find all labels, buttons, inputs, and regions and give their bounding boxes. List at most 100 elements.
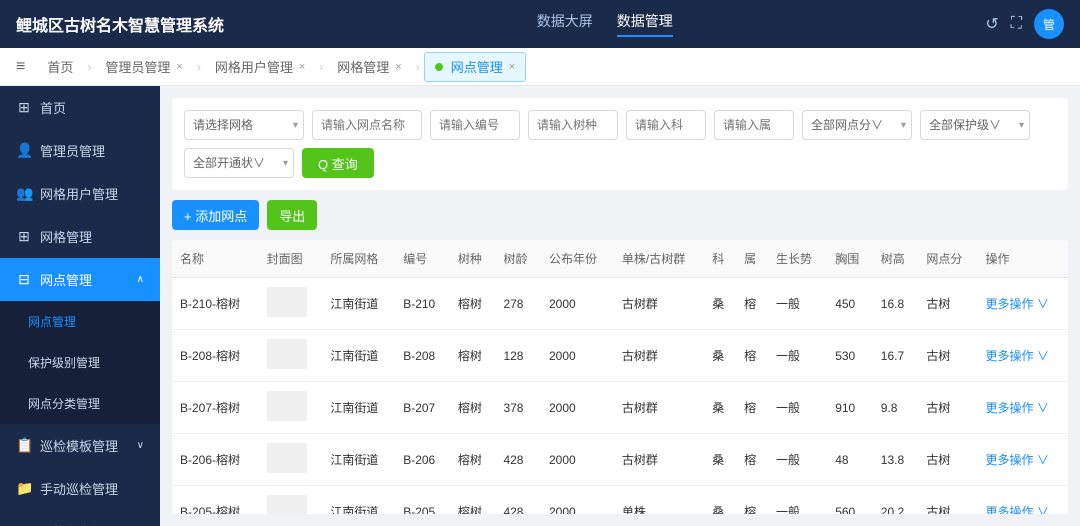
export-button[interactable]: 导出 (267, 200, 317, 230)
more-action-button[interactable]: 更多操作 ∨ (986, 451, 1049, 468)
patrol-template-icon: 📋 (16, 437, 32, 454)
cell-action: 更多操作 ∨ (978, 330, 1068, 382)
cell-year: 2000 (541, 278, 614, 330)
sidebar-item-grid-task[interactable]: ⊞ 网格任务单 (0, 510, 160, 526)
tab-grid-user[interactable]: 网格用户管理 × (205, 52, 315, 82)
col-year: 公布年份 (541, 240, 614, 278)
sidebar-admin-label: 管理员管理 (40, 141, 105, 160)
admin-icon: 👤 (16, 142, 32, 159)
cell-genus: 榕 (736, 434, 768, 486)
tab-bar: ≡ 首页 › 管理员管理 × › 网格用户管理 × › 网格管理 × › 网点管… (0, 48, 1080, 86)
cell-growth: 一般 (768, 382, 827, 434)
cell-species: 榕树 (450, 486, 496, 515)
sidebar-item-admin[interactable]: 👤 管理员管理 (0, 129, 160, 172)
col-img: 封面图 (259, 240, 323, 278)
sidebar-item-patrol-template[interactable]: 📋 巡检模板管理 ∨ (0, 424, 160, 467)
sidebar-home-label: 首页 (40, 98, 66, 117)
grid-mgmt-icon: ⊞ (16, 228, 32, 245)
tab-home-label: 首页 (47, 57, 73, 76)
family-input[interactable] (626, 110, 706, 140)
sidebar-item-manual-patrol[interactable]: 📁 手动巡检管理 (0, 467, 160, 510)
cell-code: B-208 (395, 330, 450, 382)
genus-input[interactable] (714, 110, 794, 140)
sidebar-item-classify[interactable]: 网点分类管理 (0, 383, 160, 424)
cell-age: 428 (495, 434, 541, 486)
more-action-button[interactable]: 更多操作 ∨ (986, 399, 1049, 416)
tab-grid-mgmt[interactable]: 网格管理 × (327, 52, 411, 82)
tab-node-mgmt-label: 网点管理 (451, 57, 503, 76)
tab-node-mgmt-close[interactable]: × (509, 61, 515, 73)
cell-genus: 榕 (736, 382, 768, 434)
home-icon: ⊞ (16, 99, 32, 116)
cell-height: 13.8 (873, 434, 919, 486)
col-family: 科 (704, 240, 736, 278)
cell-year: 2000 (541, 486, 614, 515)
sidebar-item-grid-user[interactable]: 👥 网格用户管理 (0, 172, 160, 215)
cell-species: 榕树 (450, 330, 496, 382)
cell-grid: 江南街道 (322, 434, 395, 486)
add-node-button[interactable]: + 添加网点 (172, 200, 259, 230)
sidebar-item-protection[interactable]: 保护级别管理 (0, 342, 160, 383)
grid-select-wrap: 请选择网格 (184, 110, 304, 140)
cell-height: 16.8 (873, 278, 919, 330)
sidebar: ⊞ 首页 👤 管理员管理 👥 网格用户管理 ⊞ 网格管理 ⊟ 网点管理 ∧ 网点… (0, 86, 160, 526)
tab-admin[interactable]: 管理员管理 × (95, 52, 192, 82)
cell-score: 古树 (918, 434, 977, 486)
tab-grid-user-label: 网格用户管理 (215, 57, 293, 76)
cell-growth: 一般 (768, 330, 827, 382)
cell-family: 桑 (704, 434, 736, 486)
cell-year: 2000 (541, 434, 614, 486)
avatar[interactable]: 管 (1034, 9, 1064, 39)
sidebar-item-home[interactable]: ⊞ 首页 (0, 86, 160, 129)
sidebar-grid-user-label: 网格用户管理 (40, 184, 118, 203)
nav-data-screen[interactable]: 数据大屏 (537, 11, 593, 37)
col-age: 树龄 (495, 240, 541, 278)
col-score: 网点分 (918, 240, 977, 278)
species-input[interactable] (528, 110, 618, 140)
code-input[interactable] (430, 110, 520, 140)
cell-code: B-210 (395, 278, 450, 330)
tab-home[interactable]: 首页 (37, 52, 83, 82)
refresh-icon[interactable]: ↺ (985, 14, 998, 34)
cell-girth: 450 (827, 278, 873, 330)
col-type: 单株/古树群 (614, 240, 704, 278)
table-row: B-205-榕树 江南街道 B-205 榕树 428 2000 单株 桑 榕 一… (172, 486, 1068, 515)
top-right-controls: ↺ ⛶ 管 (985, 9, 1064, 39)
table-row: B-208-榕树 江南街道 B-208 榕树 128 2000 古树群 桑 榕 … (172, 330, 1068, 382)
app-title: 鲤城区古树名木智慧管理系统 (16, 12, 224, 36)
nav-data-mgmt[interactable]: 数据管理 (617, 11, 673, 37)
more-action-button[interactable]: 更多操作 ∨ (986, 295, 1049, 312)
query-button[interactable]: Q 查询 (302, 148, 374, 178)
fullscreen-icon[interactable]: ⛶ (1011, 15, 1022, 33)
more-action-button[interactable]: 更多操作 ∨ (986, 347, 1049, 364)
cell-age: 428 (495, 486, 541, 515)
name-input[interactable] (312, 110, 422, 140)
cell-girth: 560 (827, 486, 873, 515)
cell-year: 2000 (541, 382, 614, 434)
more-action-button[interactable]: 更多操作 ∨ (986, 503, 1049, 514)
tab-node-mgmt[interactable]: 网点管理 × (424, 52, 526, 82)
protection-select[interactable]: 全部保护级∨ (920, 110, 1030, 140)
cell-family: 桑 (704, 330, 736, 382)
sidebar-item-node-mgmt[interactable]: ⊟ 网点管理 ∧ (0, 258, 160, 301)
score-select-wrap: 全部网点分∨ (802, 110, 912, 140)
cell-girth: 910 (827, 382, 873, 434)
tab-admin-close[interactable]: × (176, 61, 182, 73)
tab-grid-mgmt-close[interactable]: × (395, 61, 401, 73)
cell-age: 278 (495, 278, 541, 330)
cell-family: 桑 (704, 278, 736, 330)
cell-score: 古树 (918, 486, 977, 515)
sidebar-item-grid-mgmt[interactable]: ⊞ 网格管理 (0, 215, 160, 258)
status-select[interactable]: 全部开通状∨ (184, 148, 294, 178)
sidebar-item-node-mgmt-sub[interactable]: 网点管理 (0, 301, 160, 342)
grid-select[interactable]: 请选择网格 (184, 110, 304, 140)
score-select[interactable]: 全部网点分∨ (802, 110, 912, 140)
cell-score: 古树 (918, 330, 977, 382)
cell-genus: 榕 (736, 486, 768, 515)
col-code: 编号 (395, 240, 450, 278)
tab-menu-icon[interactable]: ≡ (8, 58, 33, 76)
tab-grid-user-close[interactable]: × (299, 61, 305, 73)
cell-genus: 榕 (736, 278, 768, 330)
col-action: 操作 (978, 240, 1068, 278)
col-genus: 属 (736, 240, 768, 278)
